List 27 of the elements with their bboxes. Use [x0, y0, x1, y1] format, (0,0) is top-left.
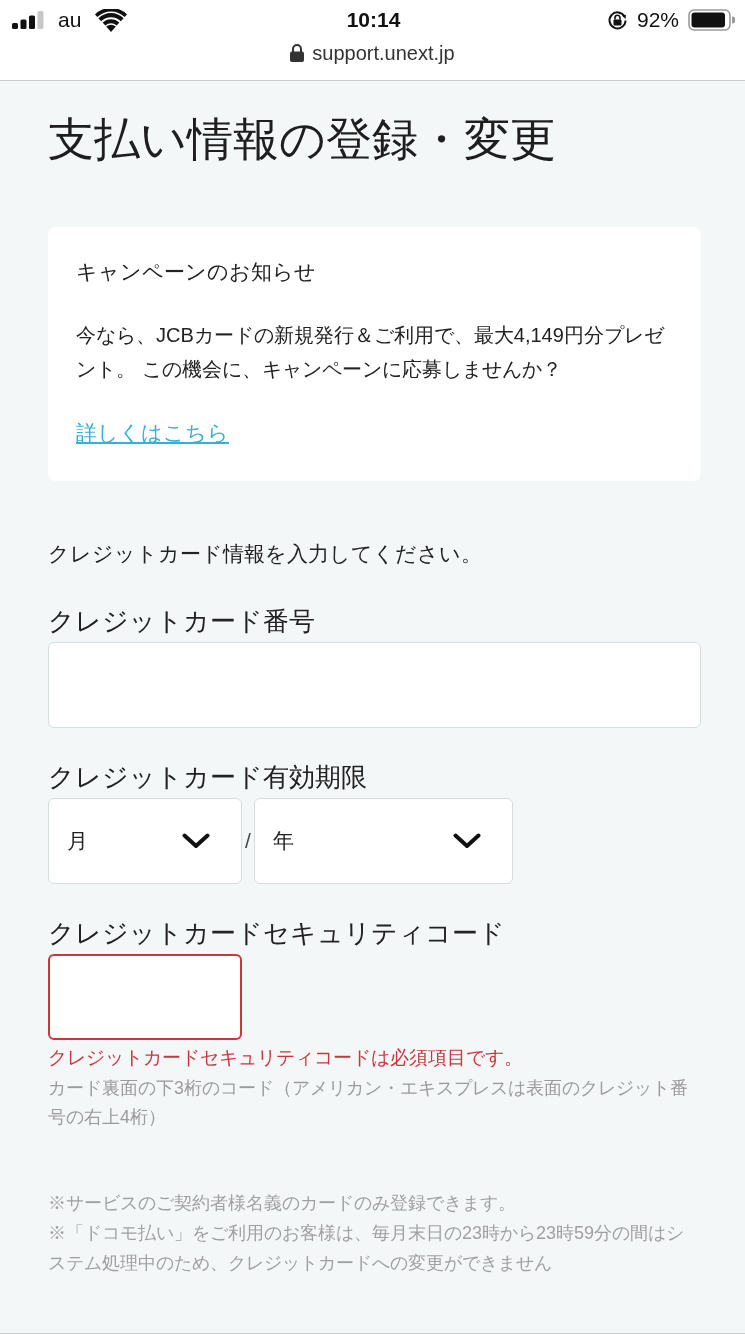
date-separator: /: [245, 829, 251, 853]
security-code-field[interactable]: [48, 954, 242, 1040]
card-number-field[interactable]: [48, 642, 701, 728]
notice-text: 今なら、JCBカードの新規発行＆ご利用で、最大4,149円分プレゼント。 この機会に、キャンペーンに応募しませんか？: [76, 323, 666, 382]
wifi-icon: [95, 8, 128, 32]
carrier-name: au: [58, 8, 82, 32]
dropdown-select[interactable]: 月: [48, 798, 242, 884]
dropdown-select[interactable]: 年: [253, 798, 513, 884]
clock-time: 10:14: [346, 8, 401, 32]
field-label: クレジットカードセキュリティコード: [48, 918, 506, 949]
lock-icon: [290, 44, 305, 62]
url-text[interactable]: support.unext.jp: [312, 41, 455, 65]
chevron-down-icon: [452, 833, 481, 849]
rotation-lock-icon: [606, 9, 628, 31]
note-text: ※「ドコモ払い」をご利用のお客様は、毎月末日の23時から23時59分の間はシステム処理中のため、クレジットカードへの変更ができません: [48, 1222, 686, 1275]
error-message: クレジットカードセキュリティコードは必須項目です。: [48, 1045, 524, 1070]
chevron-down-icon: [182, 833, 210, 849]
field-label: クレジットカード番号: [48, 606, 316, 637]
notice-heading: キャンペーンのお知らせ: [76, 259, 317, 285]
field-hint: カード裏面の下3桁のコード（アメリカン・エキスプレスは表面のクレジット番号の右上4桁）: [48, 1077, 689, 1129]
note-text: ※サービスのご契約者様名義のカードのみ登録できます。: [48, 1192, 517, 1215]
page-title: 支払い情報の登録・変更: [48, 113, 557, 166]
battery-percent: 92%: [636, 8, 679, 32]
battery-icon: [688, 9, 735, 31]
form-instruction: クレジットカード情報を入力してください。: [48, 541, 483, 567]
field-label: クレジットカード有効期限: [48, 762, 368, 793]
signal-icon: [12, 11, 44, 29]
